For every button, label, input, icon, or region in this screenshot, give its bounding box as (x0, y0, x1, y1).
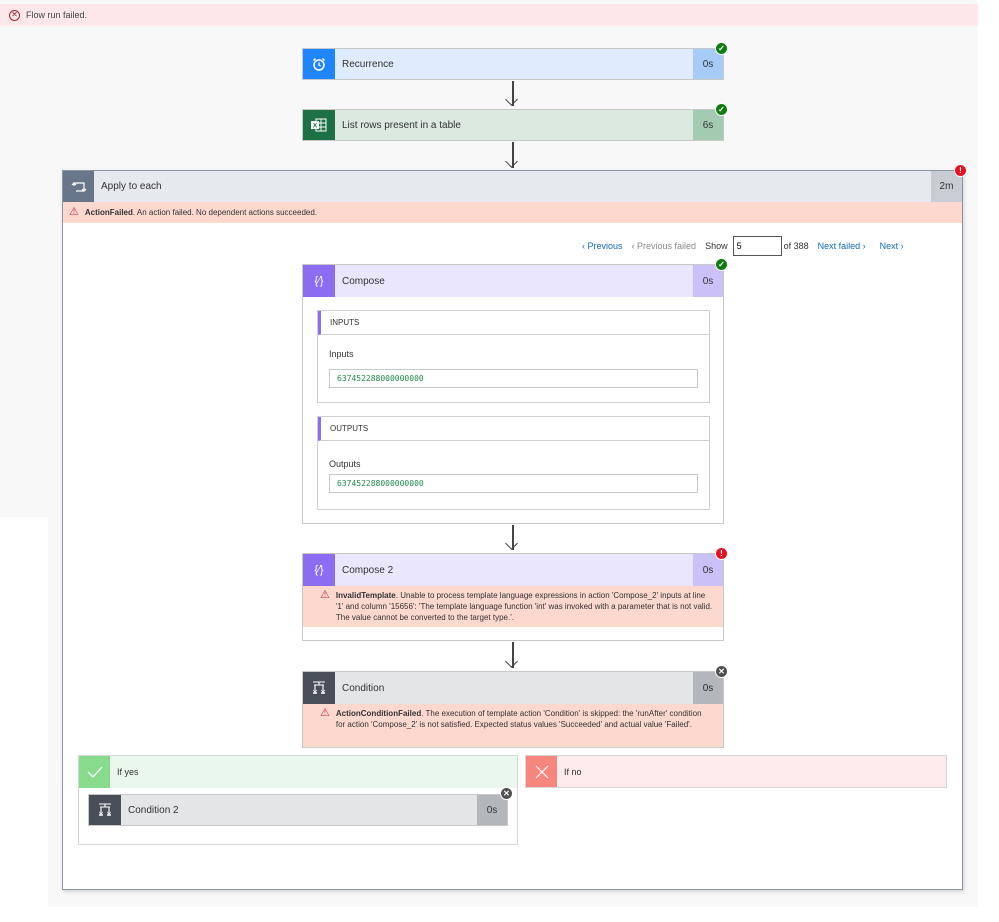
checkmark-icon (79, 756, 110, 788)
outputs-label: Outputs (329, 459, 361, 469)
condition-icon (303, 672, 335, 704)
if-no-header[interactable]: If no (526, 756, 946, 787)
success-badge-icon: ✓ (715, 42, 728, 55)
inputs-value: 637452288000000000 (329, 369, 698, 388)
excel-icon: X (303, 110, 335, 140)
skipped-badge-icon: ✕ (500, 787, 513, 800)
iteration-count: of 388 (783, 241, 809, 251)
condition-error: ⚠ ActionConditionFailed. The execution o… (303, 704, 723, 747)
run-status-text: Flow run failed. (26, 10, 88, 20)
inputs-label: Inputs (329, 349, 354, 359)
apply-to-each-header[interactable]: Apply to each 2m (63, 171, 962, 202)
iteration-pager: ‹ Previous ‹ Previous failed Show of 388… (582, 236, 904, 256)
compose2-card: {⁄} Compose 2 0s ⚠ InvalidTemplate. Unab… (302, 553, 724, 641)
list-rows-title: List rows present in a table (342, 119, 461, 131)
recurrence-title: Recurrence (342, 58, 394, 70)
iteration-input[interactable] (732, 236, 782, 256)
previous-failed-link: ‹ Previous failed (631, 241, 697, 251)
inputs-header[interactable]: INPUTS (318, 311, 709, 335)
skipped-badge-icon: ✕ (715, 665, 728, 678)
svg-text:X: X (313, 123, 318, 130)
condition-header[interactable]: Condition 0s (303, 672, 723, 704)
cross-icon (526, 756, 557, 787)
error-circle-icon: ✕ (9, 9, 20, 21)
apply-to-each-title: Apply to each (101, 181, 162, 192)
show-label: Show (705, 241, 728, 251)
compose-header[interactable]: {⁄} Compose 0s (303, 265, 723, 297)
next-link[interactable]: Next › (880, 241, 904, 251)
warning-icon: ⚠ (320, 589, 330, 601)
condition2-card[interactable]: Condition 2 0s (88, 794, 508, 826)
error-code: ActionFailed (84, 208, 133, 217)
outputs-section: OUTPUTS Outputs 637452288000000000 (317, 416, 710, 510)
connector-arrow (505, 642, 520, 670)
error-badge-icon: ! (715, 547, 728, 560)
if-no-title: If no (564, 766, 582, 777)
error-code: InvalidTemplate (335, 591, 396, 600)
connector-arrow (505, 81, 520, 108)
loop-icon (63, 171, 94, 202)
previous-link[interactable]: ‹ Previous (582, 241, 623, 251)
error-message: . An action failed. No dependent actions… (132, 208, 318, 217)
next-failed-link[interactable]: Next failed › (818, 241, 866, 251)
run-status-banner: ✕ Flow run failed. (0, 4, 978, 26)
condition-icon (89, 795, 121, 825)
outputs-header[interactable]: OUTPUTS (318, 417, 709, 441)
expression-icon: {⁄} (303, 265, 335, 297)
recurrence-card[interactable]: Recurrence 0s (302, 48, 724, 80)
success-badge-icon: ✓ (715, 103, 728, 116)
canvas-cutout (0, 517, 48, 922)
connector-arrow (505, 525, 520, 552)
condition-card: Condition 0s ⚠ ActionConditionFailed. Th… (302, 671, 724, 748)
apply-to-each-error: ⚠ ActionFailed. An action failed. No dep… (63, 202, 962, 223)
compose2-header[interactable]: {⁄} Compose 2 0s (303, 554, 723, 586)
warning-icon: ⚠ (320, 707, 330, 719)
if-yes-title: If yes (117, 767, 139, 777)
compose-card: {⁄} Compose 0s INPUTS Inputs 63745228800… (302, 264, 724, 524)
success-badge-icon: ✓ (715, 258, 728, 271)
warning-icon: ⚠ (69, 206, 79, 218)
if-no-branch: If no (525, 755, 947, 788)
connector-arrow (505, 142, 520, 170)
compose2-error: ⚠ InvalidTemplate. Unable to process tem… (303, 586, 723, 627)
outputs-value: 637452288000000000 (329, 474, 698, 493)
if-yes-header[interactable]: If yes (79, 756, 517, 788)
condition-title: Condition (342, 682, 385, 694)
list-rows-card[interactable]: X List rows present in a table 6s (302, 109, 724, 141)
if-yes-branch: If yes Condition 2 0s (78, 755, 518, 845)
compose-title: Compose (342, 275, 385, 287)
inputs-section: INPUTS Inputs 637452288000000000 (317, 310, 710, 403)
condition2-title: Condition 2 (128, 804, 179, 816)
compose2-title: Compose 2 (342, 564, 394, 576)
expression-icon: {⁄} (303, 554, 335, 586)
error-code: ActionConditionFailed (335, 709, 422, 718)
condition2-duration: 0s (477, 795, 507, 825)
alarm-clock-icon (303, 49, 335, 79)
error-badge-icon: ! (954, 164, 967, 177)
